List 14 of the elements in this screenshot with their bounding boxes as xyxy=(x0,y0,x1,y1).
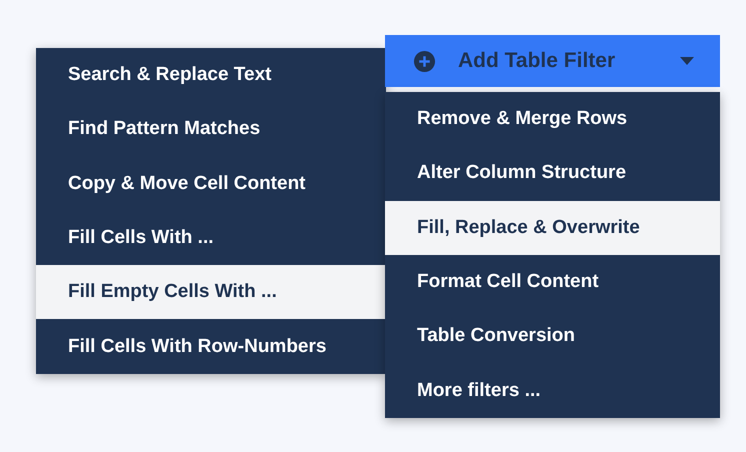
menu-item[interactable]: Format Cell Content xyxy=(385,254,720,310)
menu-item[interactable]: Fill Cells With Row-Numbers xyxy=(36,319,386,374)
menu-item[interactable]: Copy & Move Cell Content xyxy=(36,156,386,211)
menu-item[interactable]: Find Pattern Matches xyxy=(36,102,386,157)
menu-item[interactable]: More filters ... xyxy=(385,363,720,418)
menu-item[interactable]: Alter Column Structure xyxy=(385,146,720,201)
plus-circle-icon xyxy=(413,50,436,72)
menu-item[interactable]: Fill Cells With ... xyxy=(36,210,386,266)
menu-item[interactable]: Fill, Replace & Overwrite xyxy=(385,200,720,255)
menu-item[interactable]: Search & Replace Text xyxy=(36,48,386,102)
menu-item[interactable]: Remove & Merge Rows xyxy=(385,92,720,146)
menu-item[interactable]: Fill Empty Cells With ... xyxy=(36,265,386,320)
menu-item[interactable]: Table Conversion xyxy=(385,309,720,364)
caret-icon xyxy=(680,57,694,65)
